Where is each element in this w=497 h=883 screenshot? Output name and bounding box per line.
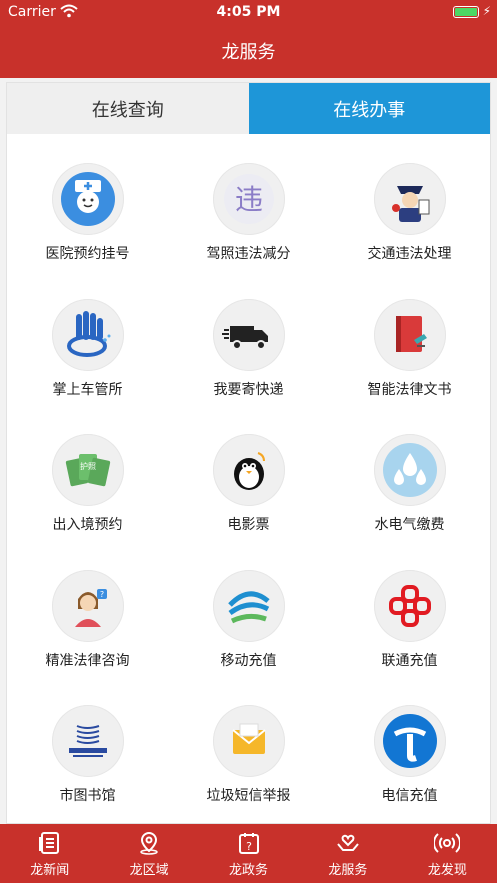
service-label: 水电气缴费	[374, 517, 445, 533]
svg-text:护照: 护照	[80, 461, 96, 471]
service-movie-tickets[interactable]: 电影票	[168, 434, 329, 570]
tab-label: 龙发现	[427, 862, 467, 878]
tab-region[interactable]: 龙区域	[99, 824, 198, 883]
delivery-truck-icon	[212, 298, 285, 371]
service-hospital-appointment[interactable]: 医院预约挂号	[7, 163, 168, 299]
nav-bar: 龙服务	[0, 24, 497, 78]
tab-online-query[interactable]: 在线查询	[7, 83, 249, 134]
tab-label: 龙区域	[129, 862, 169, 878]
hand-car-icon	[51, 298, 124, 371]
battery-icon	[453, 6, 479, 18]
service-label: 我要寄快递	[213, 381, 284, 398]
segment-tabs: 在线查询 在线办事	[7, 83, 490, 134]
service-label: 智能法律文书	[367, 381, 452, 398]
svg-text:违: 违	[234, 183, 262, 216]
china-unicom-icon	[373, 569, 446, 642]
service-label: 电影票	[227, 517, 270, 533]
service-label: 电信充值	[381, 788, 438, 804]
news-icon	[38, 831, 59, 854]
service-legal-consultation[interactable]: ? 精准法律咨询	[7, 569, 168, 706]
tab-online-service[interactable]: 在线办事	[248, 83, 490, 134]
service-label: 精准法律咨询	[45, 652, 130, 669]
svg-text:?: ?	[246, 840, 252, 853]
service-label: 移动充值	[220, 652, 277, 669]
calendar-question-icon: ?	[238, 832, 259, 854]
service-china-mobile-topup[interactable]: 移动充值	[168, 569, 329, 706]
svg-text:?: ?	[99, 590, 103, 599]
envelope-icon	[212, 705, 285, 777]
tab-label: 龙政务	[229, 862, 269, 878]
service-hands-icon	[337, 834, 359, 851]
china-telecom-icon	[373, 705, 446, 777]
tab-label: 龙新闻	[30, 862, 70, 878]
service-traffic-violation[interactable]: 交通违法处理	[329, 163, 490, 299]
library-icon	[51, 705, 124, 777]
service-label: 出入境预约	[52, 517, 123, 533]
service-vehicle-office[interactable]: 掌上车管所	[7, 298, 168, 435]
tab-government[interactable]: ? 龙政务	[199, 824, 298, 883]
china-mobile-icon	[212, 569, 285, 642]
violation-badge-icon: 违	[212, 163, 285, 235]
service-label: 医院预约挂号	[45, 246, 130, 262]
service-label: 市图书馆	[59, 788, 116, 804]
service-city-library[interactable]: 市图书馆	[7, 705, 168, 823]
traffic-police-icon	[373, 163, 446, 235]
tab-discover[interactable]: 龙发现	[398, 824, 497, 883]
bottom-tab-bar: 龙新闻 龙区域 ? 龙政务 龙服务 龙发现	[0, 824, 497, 883]
service-exit-entry[interactable]: 护照 出入境预约	[7, 434, 168, 570]
tab-service[interactable]: 龙服务	[298, 824, 397, 883]
law-book-icon	[373, 298, 446, 371]
service-china-telecom-topup[interactable]: 电信充值	[329, 705, 490, 823]
service-label: 联通充值	[381, 652, 438, 669]
passport-icon: 护照	[51, 434, 124, 506]
service-china-unicom-topup[interactable]: 联通充值	[329, 569, 490, 706]
service-express-delivery[interactable]: 我要寄快递	[168, 298, 329, 435]
status-bar: Carrier 4:05 PM ⚡	[0, 0, 497, 24]
charging-icon: ⚡	[482, 4, 491, 18]
service-utility-bills[interactable]: 水电气缴费	[329, 434, 490, 570]
broadcast-icon	[434, 832, 461, 853]
page-title: 龙服务	[221, 42, 276, 63]
service-label: 垃圾短信举报	[206, 788, 291, 804]
water-drops-icon	[373, 434, 446, 506]
penguin-icon	[212, 434, 285, 506]
service-label: 掌上车管所	[52, 381, 123, 398]
service-legal-documents[interactable]: 智能法律文书	[329, 298, 490, 435]
tab-label: 龙服务	[328, 862, 368, 878]
service-spam-sms-report[interactable]: 垃圾短信举报	[168, 705, 329, 823]
service-grid: 医院预约挂号 违 驾照违法减分 交通违法处理 掌上车管所 我要寄快递 智能法律文…	[7, 134, 490, 823]
doctor-icon	[51, 163, 124, 235]
status-time: 4:05 PM	[216, 4, 281, 20]
service-label: 交通违法处理	[367, 246, 452, 262]
service-license-points[interactable]: 违 驾照违法减分	[168, 163, 329, 299]
location-pin-icon	[140, 831, 158, 855]
tab-news[interactable]: 龙新闻	[0, 824, 99, 883]
legal-advisor-icon: ?	[51, 569, 124, 642]
service-label: 驾照违法减分	[206, 246, 291, 262]
service-panel: 在线查询 在线办事 医院预约挂号 违 驾照违法减分 交通违法处理 掌上车管所 我…	[6, 82, 491, 824]
